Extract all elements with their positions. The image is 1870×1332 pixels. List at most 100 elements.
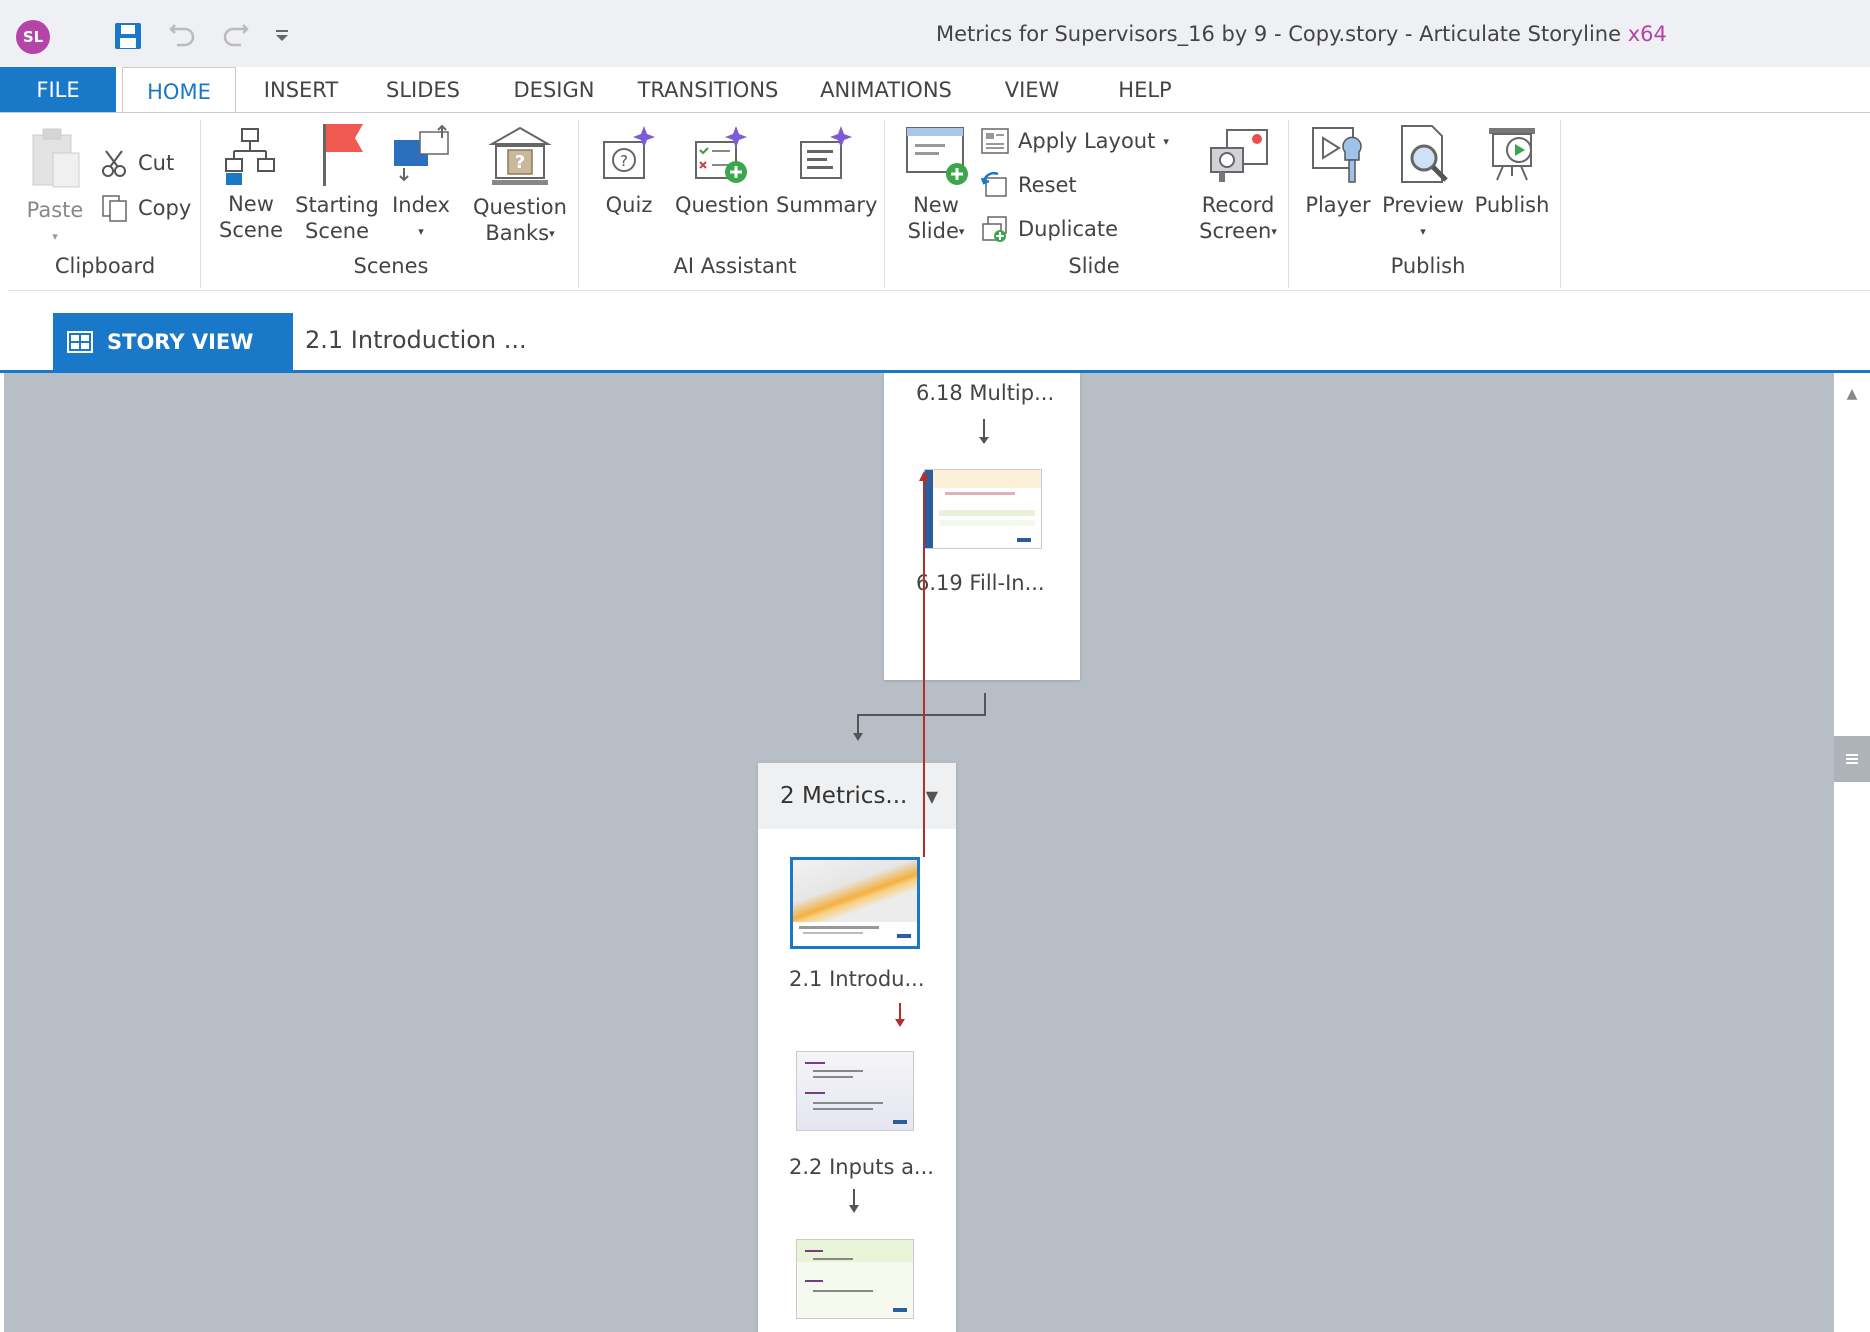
new-slide-label-1: New xyxy=(913,193,959,217)
player-icon xyxy=(1312,127,1362,183)
copy-button[interactable]: Copy xyxy=(100,193,191,223)
redo-icon[interactable] xyxy=(218,18,254,54)
publish-icon xyxy=(1489,128,1535,181)
slide-label-2-1[interactable]: 2.1 Introdu... xyxy=(789,967,925,991)
slide-label-6-19[interactable]: 6.19 Fill-In... xyxy=(916,571,1045,595)
scroll-up-icon[interactable]: ▲ xyxy=(1834,376,1870,412)
flag-icon xyxy=(323,124,363,186)
arch-label: x64 xyxy=(1627,22,1667,46)
trigger-arrow-icon xyxy=(895,1003,905,1027)
svg-text:?: ? xyxy=(620,152,628,170)
undo-icon[interactable] xyxy=(164,18,200,54)
apply-layout-button[interactable]: Apply Layout ▾ xyxy=(980,126,1169,156)
paste-icon xyxy=(32,128,80,188)
ai-assistant-group-label: AI Assistant xyxy=(673,254,797,278)
story-view-icon xyxy=(67,331,93,353)
reset-icon xyxy=(980,171,1007,197)
tab-slides[interactable]: SLIDES xyxy=(376,67,470,113)
summary-ai-icon xyxy=(800,126,852,179)
starting-scene-label-1: Starting xyxy=(295,193,379,217)
preview-button[interactable]: Preview ▾ xyxy=(1380,122,1466,245)
arrow-down-icon xyxy=(849,1189,859,1213)
index-button[interactable]: Index ▾ xyxy=(386,122,456,245)
record-screen-label-2: Screen xyxy=(1199,219,1272,243)
reset-label: Reset xyxy=(1018,173,1077,197)
duplicate-label: Duplicate xyxy=(1018,217,1119,241)
group-divider xyxy=(578,120,579,288)
window-title: Metrics for Supervisors_16 by 9 - Copy.s… xyxy=(936,22,1667,46)
slide-tab[interactable]: 2.1 Introduction ... xyxy=(305,326,527,354)
chevron-down-icon: ▾ xyxy=(1163,134,1169,148)
new-scene-button[interactable]: New Scene xyxy=(214,125,288,243)
slide-thumbnail-2-1[interactable] xyxy=(790,857,920,949)
layout-icon xyxy=(981,128,1009,154)
slide-label-2-2[interactable]: 2.2 Inputs a... xyxy=(789,1155,934,1179)
record-screen-icon xyxy=(1210,129,1268,182)
slide-group-label: Slide xyxy=(1068,254,1120,278)
index-label: Index xyxy=(392,193,450,217)
scissors-icon xyxy=(102,150,126,177)
tab-design[interactable]: DESIGN xyxy=(504,67,604,113)
apply-layout-label: Apply Layout xyxy=(1018,129,1156,153)
cut-button[interactable]: Cut xyxy=(100,148,174,178)
player-button[interactable]: Player xyxy=(1302,122,1374,218)
slide-label-6-18[interactable]: 6.18 Multip... xyxy=(916,381,1054,405)
tab-file[interactable]: FILE xyxy=(0,67,116,113)
publish-button[interactable]: Publish xyxy=(1470,122,1554,218)
publish-label: Publish xyxy=(1474,193,1550,217)
new-slide-button[interactable]: New Slide▾ xyxy=(896,124,976,245)
tab-animations[interactable]: ANIMATIONS xyxy=(814,67,958,113)
save-icon[interactable] xyxy=(110,18,146,54)
reset-button[interactable]: Reset xyxy=(980,170,1077,200)
group-divider xyxy=(1560,120,1561,288)
summary-button[interactable]: Summary xyxy=(776,122,878,218)
arrow-down-icon xyxy=(979,419,989,444)
index-icon xyxy=(394,124,449,182)
question-ai-icon xyxy=(695,126,747,183)
question-banks-label-1: Question xyxy=(473,195,567,219)
player-label: Player xyxy=(1305,193,1371,217)
clipboard-group-label: Clipboard xyxy=(54,254,156,278)
tab-insert[interactable]: INSERT xyxy=(256,67,346,113)
new-scene-icon xyxy=(225,128,275,185)
tab-home[interactable]: HOME xyxy=(122,67,236,115)
window-title-text: Metrics for Supervisors_16 by 9 - Copy.s… xyxy=(936,22,1622,46)
scroll-thumb[interactable] xyxy=(1834,736,1870,782)
question-banks-button[interactable]: ? Question Banks▾ xyxy=(468,122,572,247)
preview-label: Preview xyxy=(1382,193,1464,217)
paste-button[interactable]: Paste ▾ xyxy=(20,125,90,250)
slide-thumbnail-6-19[interactable] xyxy=(924,469,1042,549)
quiz-ai-icon: ? xyxy=(603,126,655,179)
record-screen-button[interactable]: Record Screen▾ xyxy=(1190,124,1286,245)
publish-group-label: Publish xyxy=(1390,254,1466,278)
cut-label: Cut xyxy=(138,151,175,175)
slide-thumbnail-2-3[interactable] xyxy=(796,1239,914,1319)
svg-text:?: ? xyxy=(515,152,525,173)
vertical-scrollbar[interactable] xyxy=(1834,373,1870,1332)
tab-transitions[interactable]: TRANSITIONS xyxy=(634,67,782,113)
record-screen-label-1: Record xyxy=(1201,193,1275,217)
trigger-link-line xyxy=(919,471,929,857)
grip-icon xyxy=(1846,754,1858,764)
group-divider xyxy=(884,120,885,288)
slide-thumbnail-2-2[interactable] xyxy=(796,1051,914,1131)
new-scene-label-1: New xyxy=(228,192,274,216)
summary-label: Summary xyxy=(776,193,878,217)
duplicate-button[interactable]: Duplicate xyxy=(980,214,1118,244)
story-view-tab[interactable]: STORY VIEW xyxy=(53,313,293,371)
quiz-button[interactable]: ? Quiz xyxy=(594,122,664,218)
paste-label: Paste xyxy=(26,198,84,222)
app-logo: SL xyxy=(16,20,50,54)
group-divider xyxy=(200,120,201,288)
customize-quick-access-icon[interactable] xyxy=(264,18,300,54)
quiz-label: Quiz xyxy=(605,193,653,217)
question-banks-label-2: Banks xyxy=(485,221,550,245)
starting-scene-button[interactable]: Starting Scene xyxy=(292,120,382,244)
tab-help[interactable]: HELP xyxy=(1110,67,1180,113)
ai-question-button[interactable]: Question xyxy=(670,122,774,218)
question-label: Question xyxy=(675,193,769,217)
copy-icon xyxy=(102,195,127,222)
story-canvas[interactable]: 6.18 Multip... 6.19 Fill-In... 2 Metrics… xyxy=(4,373,1834,1332)
question-bank-icon: ? xyxy=(488,126,552,185)
tab-view[interactable]: VIEW xyxy=(994,67,1070,113)
